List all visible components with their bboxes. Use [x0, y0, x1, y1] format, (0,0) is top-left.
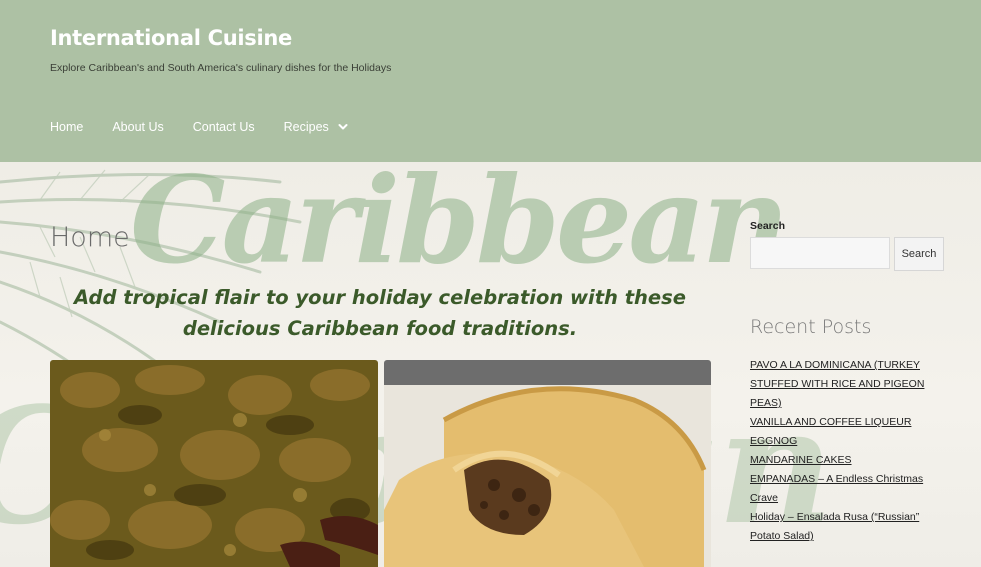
nav-item-label: Contact Us	[192, 120, 255, 134]
curry-stew-image[interactable]	[50, 360, 378, 567]
search-label: Search	[750, 220, 786, 232]
empanada-illustration	[384, 360, 711, 567]
recent-post-link[interactable]: PAVO A LA DOMINICANA (TURKEY STUFFED WIT…	[750, 359, 924, 409]
recent-posts-list: PAVO A LA DOMINICANA (TURKEY STUFFED WIT…	[750, 356, 935, 546]
empanada-image[interactable]	[384, 360, 711, 567]
nav-item-recipes[interactable]: Recipes	[284, 120, 349, 134]
nav-item-label: Home	[50, 120, 84, 134]
nav-item-about-us[interactable]: About Us	[112, 120, 163, 134]
nav-item-home[interactable]: Home	[50, 120, 83, 134]
background-script-text: Caribbean	[130, 162, 789, 291]
list-item: EMPANADAS – A Endless Christmas Crave	[750, 470, 935, 508]
recent-post-link[interactable]: VANILLA AND COFFEE LIQUEUR EGGNOG	[750, 416, 911, 447]
search-input[interactable]	[750, 237, 890, 269]
recent-post-link[interactable]: MANDARINE CAKES	[750, 454, 852, 466]
list-item: Holiday – Ensalada Rusa (“Russian” Potat…	[750, 508, 935, 546]
site-tagline: Explore Caribbean's and South America's …	[50, 62, 392, 74]
nav-item-label: Recipes	[283, 120, 329, 134]
list-item: MANDARINE CAKES	[750, 451, 935, 470]
stew-illustration	[50, 360, 378, 567]
recent-post-link[interactable]: EMPANADAS – A Endless Christmas Crave	[750, 473, 923, 504]
nav-item-contact-us[interactable]: Contact Us	[193, 120, 255, 134]
list-item: VANILLA AND COFFEE LIQUEUR EGGNOG	[750, 413, 935, 451]
site-title[interactable]: International Cuisine	[50, 26, 292, 50]
intro-text: Add tropical flair to your holiday celeb…	[74, 286, 686, 340]
main-nav: Home About Us Contact Us Recipes	[50, 120, 378, 134]
chevron-down-icon[interactable]	[337, 121, 349, 133]
nav-item-label: About Us	[112, 120, 164, 134]
list-item: PAVO A LA DOMINICANA (TURKEY STUFFED WIT…	[750, 356, 935, 413]
recent-post-link[interactable]: Holiday – Ensalada Rusa (“Russian” Potat…	[750, 511, 919, 542]
site-header: International Cuisine Explore Caribbean'…	[0, 0, 981, 162]
page-title: Home	[50, 222, 130, 253]
search-button[interactable]: Search	[894, 237, 944, 271]
recent-posts-heading: Recent Posts	[750, 316, 872, 338]
